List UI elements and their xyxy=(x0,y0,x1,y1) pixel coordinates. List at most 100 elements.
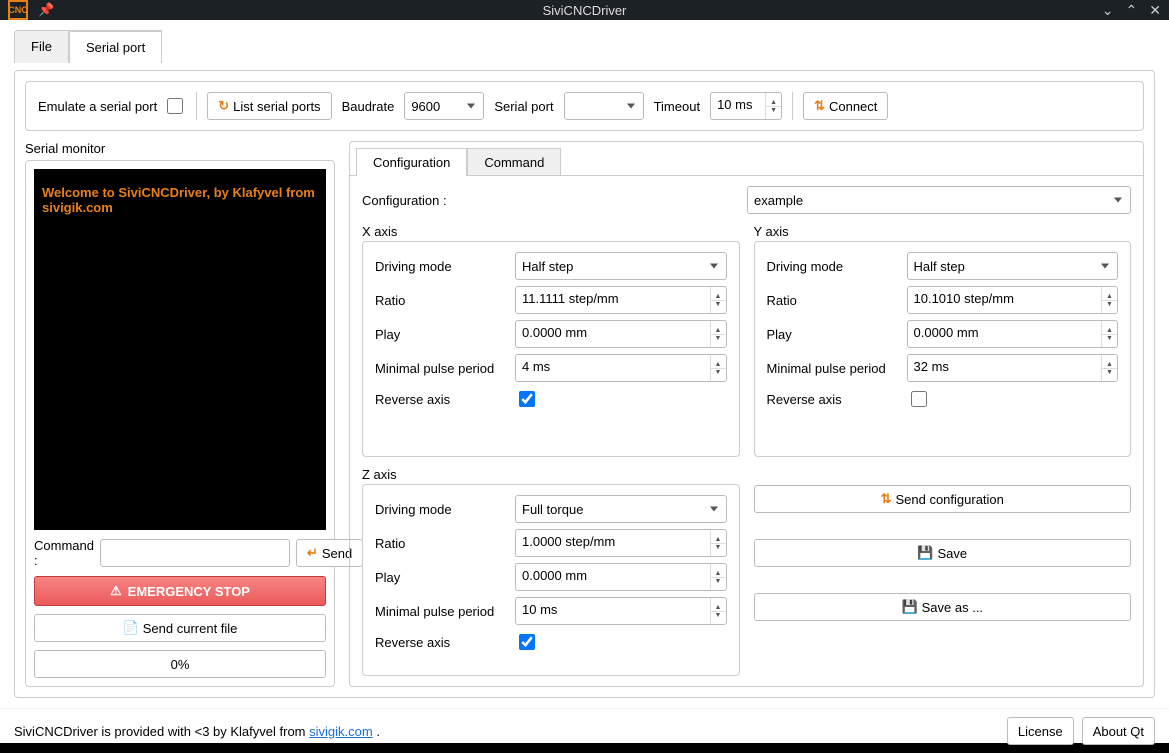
config-actions: ⇅ Send configuration 💾 Save 💾 Save as .. xyxy=(754,467,1132,621)
refresh-icon: ↻ xyxy=(218,98,229,114)
spin-up-icon[interactable]: ▲ xyxy=(711,355,726,369)
send-current-file-button[interactable]: 📄 Send current file xyxy=(34,614,326,642)
serial-port-select[interactable] xyxy=(564,92,644,120)
timeout-spinbox[interactable]: 10 ms ▲▼ xyxy=(710,92,782,120)
x-ratio-spinbox[interactable]: 11.1111 step/mm▲▼ xyxy=(515,286,727,314)
send-configuration-button[interactable]: ⇅ Send configuration xyxy=(754,485,1132,513)
z-reverse-checkbox[interactable] xyxy=(519,634,535,650)
spin-up-icon[interactable]: ▲ xyxy=(1102,355,1117,369)
min-pulse-label: Minimal pulse period xyxy=(767,361,899,376)
list-serial-ports-button[interactable]: ↻ List serial ports xyxy=(207,92,331,120)
license-button[interactable]: License xyxy=(1007,717,1074,745)
spin-up-icon[interactable]: ▲ xyxy=(711,598,726,612)
baudrate-value: 9600 xyxy=(411,99,440,114)
driving-mode-label: Driving mode xyxy=(375,502,507,517)
spin-up-icon[interactable]: ▲ xyxy=(711,287,726,301)
spin-down-icon[interactable]: ▼ xyxy=(1102,335,1117,348)
connect-label: Connect xyxy=(829,99,877,114)
list-ports-label: List serial ports xyxy=(233,99,320,114)
baudrate-select[interactable]: 9600 xyxy=(404,92,484,120)
ratio-label: Ratio xyxy=(767,293,899,308)
emulate-checkbox[interactable] xyxy=(167,98,183,114)
pin-icon[interactable]: 📌 xyxy=(38,2,54,18)
spin-up-icon[interactable]: ▲ xyxy=(1102,287,1117,301)
z-ratio-spinbox[interactable]: 1.0000 step/mm▲▼ xyxy=(515,529,727,557)
z-play-spinbox[interactable]: 0.0000 mm▲▼ xyxy=(515,563,727,591)
spin-down-icon[interactable]: ▼ xyxy=(711,578,726,591)
driving-mode-label: Driving mode xyxy=(375,259,507,274)
command-input[interactable] xyxy=(100,539,290,567)
x-driving-mode-select[interactable]: Half step xyxy=(515,252,727,280)
y-ratio-spinbox[interactable]: 10.1010 step/mm▲▼ xyxy=(907,286,1119,314)
tab-configuration[interactable]: Configuration xyxy=(356,148,467,176)
spin-up-icon[interactable]: ▲ xyxy=(711,321,726,335)
serial-tab-body: Emulate a serial port ↻ List serial port… xyxy=(14,70,1155,698)
sivigik-link[interactable]: sivigik.com xyxy=(309,724,373,739)
y-axis-title: Y axis xyxy=(754,224,1132,239)
y-driving-mode-select[interactable]: Half step xyxy=(907,252,1119,280)
tab-file[interactable]: File xyxy=(14,30,69,63)
spin-down-icon[interactable]: ▼ xyxy=(711,335,726,348)
about-qt-button[interactable]: About Qt xyxy=(1082,717,1155,745)
configuration-select[interactable]: example xyxy=(747,186,1131,214)
spin-up-icon[interactable]: ▲ xyxy=(766,93,781,107)
z-pulse-spinbox[interactable]: 10 ms▲▼ xyxy=(515,597,727,625)
connect-icon: ⇅ xyxy=(814,98,825,114)
save-label: Save xyxy=(938,546,968,561)
x-reverse-checkbox[interactable] xyxy=(519,391,535,407)
spin-down-icon[interactable]: ▼ xyxy=(711,369,726,382)
spin-down-icon[interactable]: ▼ xyxy=(711,544,726,557)
reverse-label: Reverse axis xyxy=(375,392,507,407)
x-pulse-spinbox[interactable]: 4 ms▲▼ xyxy=(515,354,727,382)
y-axis-box: Driving modeHalf step Ratio10.1010 step/… xyxy=(754,241,1132,457)
serial-monitor: Welcome to SiviCNCDriver, by Klafyvel fr… xyxy=(25,160,335,687)
x-play-spinbox[interactable]: 0.0000 mm▲▼ xyxy=(515,320,727,348)
x-axis-title: X axis xyxy=(362,224,740,239)
y-axis-section: Y axis Driving modeHalf step Ratio10.101… xyxy=(754,224,1132,457)
main-tabs: File Serial port xyxy=(14,30,1155,63)
emergency-stop-button[interactable]: ⚠ EMERGENCY STOP xyxy=(34,576,326,606)
connect-button[interactable]: ⇅ Connect xyxy=(803,92,888,120)
y-pulse-spinbox[interactable]: 32 ms▲▼ xyxy=(907,354,1119,382)
warning-icon: ⚠ xyxy=(110,583,122,599)
spin-down-icon[interactable]: ▼ xyxy=(711,612,726,625)
sub-tabs: Configuration Command xyxy=(350,142,1143,176)
enter-icon: ↵ xyxy=(307,545,318,561)
spin-down-icon[interactable]: ▼ xyxy=(1102,301,1117,314)
spin-down-icon[interactable]: ▼ xyxy=(766,107,781,120)
close-icon[interactable]: ✕ xyxy=(1149,2,1161,19)
right-panel: Configuration Command Configuration : ex… xyxy=(349,141,1144,687)
ratio-label: Ratio xyxy=(375,536,507,551)
x-axis-section: X axis Driving mode Half step Ratio 11.111… xyxy=(362,224,740,457)
minimize-icon[interactable]: ⌄ xyxy=(1102,2,1114,19)
separator xyxy=(196,92,197,120)
spin-down-icon[interactable]: ▼ xyxy=(1102,369,1117,382)
y-reverse-checkbox[interactable] xyxy=(911,391,927,407)
x-axis-box: Driving mode Half step Ratio 11.1111 step/… xyxy=(362,241,740,457)
footer-text: SiviCNCDriver is provided with <3 by Kla… xyxy=(14,724,380,739)
play-label: Play xyxy=(375,570,507,585)
play-label: Play xyxy=(767,327,899,342)
send-config-label: Send configuration xyxy=(895,492,1003,507)
save-icon: 💾 xyxy=(917,545,933,561)
left-panel: Serial monitor Welcome to SiviCNCDriver,… xyxy=(25,141,335,687)
emulate-text: Emulate a serial port xyxy=(38,99,157,114)
send-label: Send xyxy=(322,546,352,561)
main-columns: Serial monitor Welcome to SiviCNCDriver,… xyxy=(25,141,1144,687)
spin-up-icon[interactable]: ▲ xyxy=(711,564,726,578)
play-label: Play xyxy=(375,327,507,342)
spin-down-icon[interactable]: ▼ xyxy=(711,301,726,314)
spin-up-icon[interactable]: ▲ xyxy=(1102,321,1117,335)
tab-command[interactable]: Command xyxy=(467,148,561,176)
app-icon: CNC xyxy=(8,0,28,20)
save-as-button[interactable]: 💾 Save as ... xyxy=(754,593,1132,621)
save-button[interactable]: 💾 Save xyxy=(754,539,1132,567)
spin-up-icon[interactable]: ▲ xyxy=(711,530,726,544)
window-title: SiviCNCDriver xyxy=(543,3,627,18)
z-driving-mode-select[interactable]: Full torque xyxy=(515,495,727,523)
maximize-icon[interactable]: ⌃ xyxy=(1126,2,1138,19)
min-pulse-label: Minimal pulse period xyxy=(375,604,507,619)
tab-serial-port[interactable]: Serial port xyxy=(69,30,162,63)
ratio-label: Ratio xyxy=(375,293,507,308)
y-play-spinbox[interactable]: 0.0000 mm▲▼ xyxy=(907,320,1119,348)
